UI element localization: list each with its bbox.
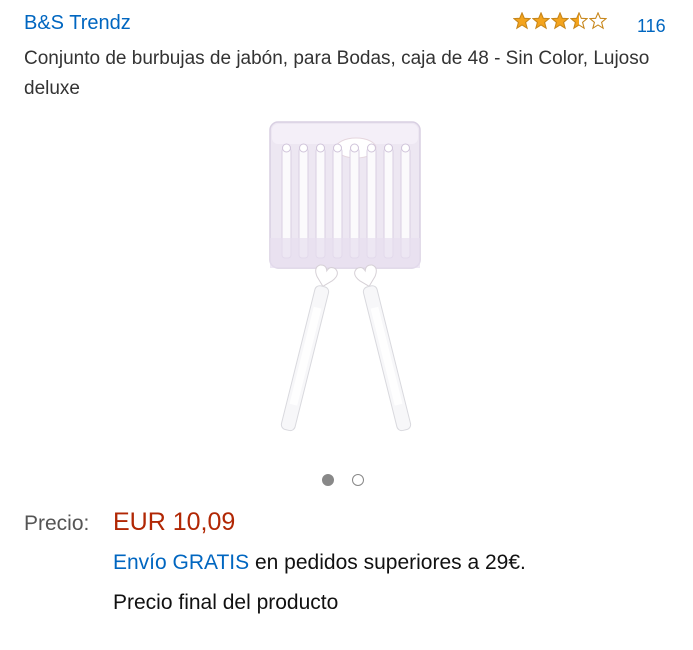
final-price-note: Precio final del producto [113,591,339,614]
shipping-info: Envío GRATIS en pedidos superiores a 29€… [113,551,526,575]
star-icon [513,12,531,30]
brand-link[interactable]: B&S Trendz [24,12,131,35]
price-label: Precio: [24,512,90,535]
price-row: Precio: EUR 10,09 [24,508,235,537]
product-image[interactable] [260,118,440,450]
carousel-dot-1[interactable] [322,474,334,486]
star-icon [589,12,607,30]
star-rating[interactable] [513,12,607,30]
star-icon [551,12,569,30]
star-icon [570,12,588,30]
product-title: Conjunto de burbujas de jabón, para Boda… [24,48,650,99]
shipping-condition: en pedidos superiores a 29€. [249,551,526,574]
image-carousel-dots[interactable] [322,474,364,486]
star-icon [532,12,550,30]
free-shipping-link[interactable]: Envío GRATIS [113,551,249,574]
rating-count[interactable]: 116 [637,16,666,37]
carousel-dot-2[interactable] [352,474,364,486]
price-value: EUR 10,09 [113,508,236,536]
